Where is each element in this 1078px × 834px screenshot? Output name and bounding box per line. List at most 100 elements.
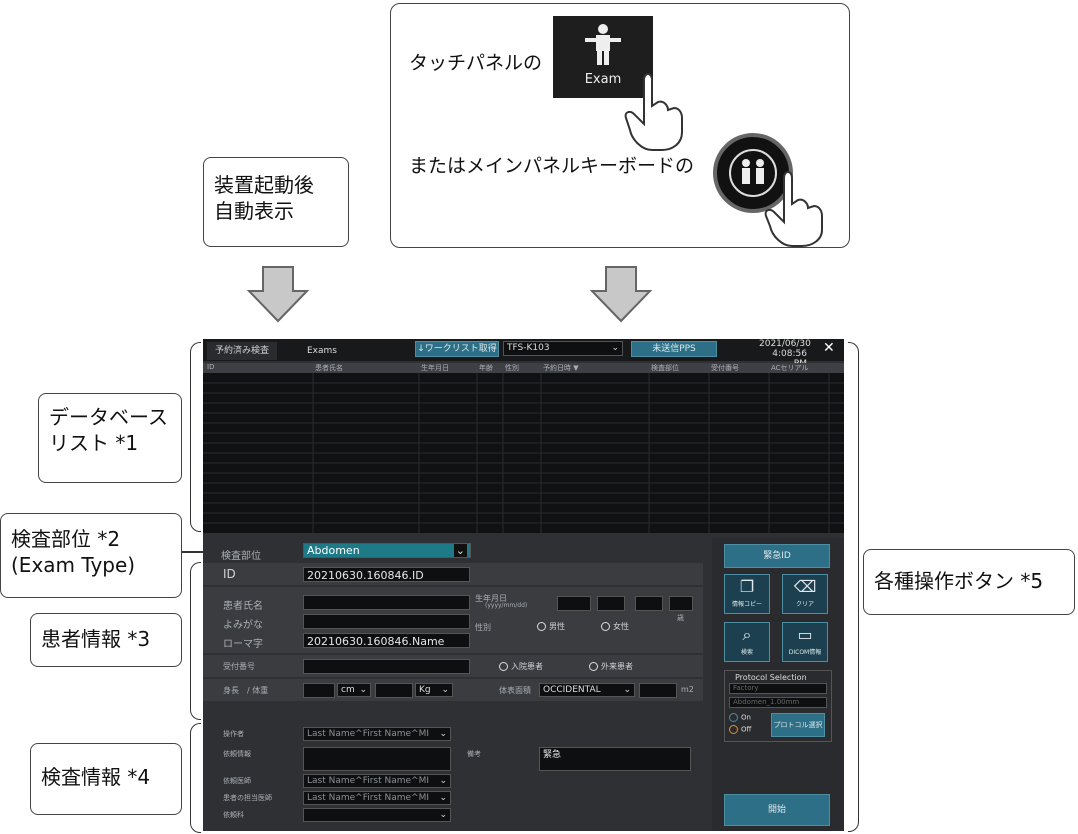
copy-info-label: 情報コピー: [731, 601, 762, 608]
roman-label: ローマ字: [223, 639, 263, 650]
requesting-physician-placeholder: Last Name^First Name^MI: [307, 776, 430, 786]
exam-type-line2: (Exam Type): [11, 553, 136, 577]
col-age[interactable]: 年齢: [479, 363, 493, 373]
database-list-brace: [190, 342, 201, 532]
weight-unit-select[interactable]: Kg ⌄: [415, 683, 453, 697]
bsa-field[interactable]: [639, 683, 677, 698]
patient-name-field[interactable]: [303, 595, 470, 610]
outpatient-radio[interactable]: 外来患者: [589, 661, 633, 672]
remarks-field[interactable]: 緊急: [539, 747, 691, 771]
search-label: 検索: [740, 649, 753, 656]
inpatient-radio[interactable]: 入院患者: [499, 661, 543, 672]
tab-exams[interactable]: Exams: [299, 342, 385, 360]
on-label: On: [741, 713, 751, 722]
chevron-down-icon: ⌄: [441, 685, 449, 695]
bsa-formula-select[interactable]: OCCIDENTAL ⌄: [539, 683, 635, 697]
close-icon[interactable]: ✕: [823, 340, 835, 356]
dicom-info-button[interactable]: ▭ DICOM情報: [782, 622, 828, 662]
operator-select[interactable]: Last Name^First Name^MI ⌄: [303, 727, 451, 741]
search-button[interactable]: ⌕ 検索: [724, 622, 770, 662]
request-info-label: 依頼情報: [223, 750, 251, 758]
main-panel-keyboard-text: またはメインパネルキーボードの: [409, 155, 695, 177]
col-id[interactable]: ID: [207, 363, 214, 371]
height-field[interactable]: [303, 683, 335, 698]
requesting-dept-select[interactable]: ⌄: [303, 808, 451, 822]
col-reception-number[interactable]: 受付番号: [711, 363, 739, 373]
documents-icon: ❐: [739, 577, 755, 596]
height-unit-select[interactable]: cm ⌄: [337, 683, 371, 697]
search-icon: ⌕: [742, 625, 752, 644]
kana-label: よみがな: [223, 620, 263, 631]
m2-unit: m2: [681, 685, 694, 694]
patient-name-section: 患者氏名 よみがな ローマ字 20210630.160846.Name 生年月日…: [203, 587, 703, 653]
emergency-id-button[interactable]: 緊急ID: [724, 544, 830, 568]
col-exam-type[interactable]: 検査部位: [651, 363, 679, 373]
request-info-field[interactable]: [303, 747, 451, 771]
attending-physician-select[interactable]: Last Name^First Name^MI ⌄: [303, 791, 451, 805]
body-size-row: 身長 / 体重 cm ⌄ Kg ⌄ 体表面積 OCCIDENTAL ⌄ m2: [203, 679, 703, 701]
monitor-icon: ▭: [797, 625, 813, 644]
clear-button[interactable]: ⌫ クリア: [782, 574, 828, 614]
weight-field[interactable]: [375, 683, 413, 698]
dob-format-hint: (yyyy/mm/dd): [485, 602, 528, 609]
col-sex[interactable]: 性別: [505, 363, 519, 373]
database-list-line2: リスト *1: [49, 431, 139, 455]
dob-day-field[interactable]: [635, 596, 663, 611]
protocol-select-button[interactable]: プロトコル選択: [771, 713, 825, 737]
chevron-down-icon: ⌄: [453, 544, 467, 557]
reception-field[interactable]: [303, 659, 470, 674]
kana-field[interactable]: [303, 614, 470, 629]
clear-label: クリア: [795, 601, 814, 608]
sex-female-radio[interactable]: 女性: [601, 621, 629, 632]
id-row: ID 20210630.160846.ID: [203, 563, 703, 585]
database-grid-lines: [203, 373, 844, 533]
chevron-down-icon: ⌄: [623, 685, 631, 695]
operation-buttons-callout: 各種操作ボタン *5: [863, 549, 1075, 615]
col-accession[interactable]: ACセリアル: [771, 363, 808, 373]
age-unit: 歳: [677, 614, 684, 622]
requesting-physician-select[interactable]: Last Name^First Name^MI ⌄: [303, 774, 451, 788]
protocol-off-radio[interactable]: Off: [729, 725, 751, 734]
exam-type-line1: 検査部位 *2: [11, 527, 121, 551]
protocol-field-1[interactable]: Factory: [729, 683, 827, 694]
requesting-dept-label: 依頼科: [223, 811, 244, 819]
age-field[interactable]: [669, 596, 693, 611]
date-text: 2021/06/30: [759, 339, 811, 349]
exam-type-select[interactable]: Abdomen ⌄: [303, 543, 471, 558]
exam-registration-screen: 予約済み検査 Exams ↓ワークリスト取得 TFS-K103 ⌄ 未送信PPS …: [203, 339, 844, 831]
off-label: Off: [741, 725, 752, 734]
chevron-down-icon: ⌄: [439, 729, 447, 739]
start-button[interactable]: 開始: [724, 794, 830, 826]
tab-scheduled-exams[interactable]: 予約済み検査: [207, 342, 278, 360]
id-field[interactable]: 20210630.160846.ID: [303, 567, 470, 582]
bsa-label: 体表面積: [499, 686, 531, 695]
copy-info-button[interactable]: ❐ 情報コピー: [724, 574, 770, 614]
col-patient-name[interactable]: 患者氏名: [315, 363, 343, 373]
station-select[interactable]: TFS-K103 ⌄: [503, 341, 623, 356]
protocol-field-2[interactable]: Abdomen_1.00mm: [729, 697, 827, 708]
worklist-button[interactable]: ↓ワークリスト取得: [415, 341, 499, 357]
unsent-pps-button[interactable]: 未送信PPS: [631, 341, 717, 357]
col-scheduled-datetime[interactable]: 予約日時 ▼: [543, 363, 579, 373]
exam-info-section: 操作者 Last Name^First Name^MI ⌄ 依頼情報 備考 緊急 …: [203, 723, 703, 831]
sex-label: 性別: [475, 623, 491, 632]
person-icon: [585, 24, 621, 65]
chevron-down-icon: ⌄: [439, 776, 447, 786]
female-label: 女性: [613, 622, 629, 631]
touch-panel-text: タッチパネルの: [409, 52, 543, 74]
attending-physician-placeholder: Last Name^First Name^MI: [307, 793, 430, 803]
database-list-rows[interactable]: [203, 373, 844, 533]
exam-type-callout: 検査部位 *2 (Exam Type): [0, 513, 182, 598]
chevron-down-icon: ⌄: [439, 810, 447, 820]
dob-year-field[interactable]: [557, 596, 591, 611]
male-label: 男性: [549, 622, 565, 631]
protocol-title: Protocol Selection: [735, 673, 807, 682]
protocol-on-radio[interactable]: On: [729, 713, 751, 722]
col-dob[interactable]: 生年月日: [421, 363, 449, 373]
remarks-label: 備考: [467, 750, 481, 758]
dob-month-field[interactable]: [597, 596, 625, 611]
chevron-down-icon: ⌄: [439, 793, 447, 803]
sex-male-radio[interactable]: 男性: [537, 621, 565, 632]
roman-name-field[interactable]: 20210630.160846.Name: [303, 633, 470, 648]
hand-pointer-icon-2: [764, 171, 823, 247]
